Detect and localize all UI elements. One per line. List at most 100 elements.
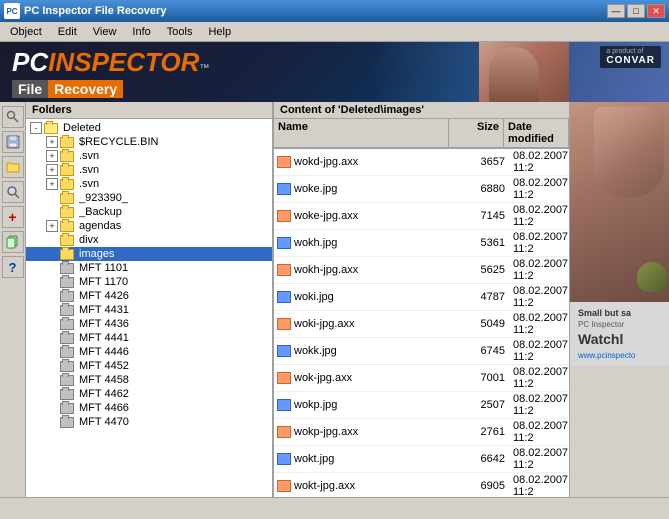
menu-item-edit[interactable]: Edit: [50, 24, 85, 40]
file-size: 5625: [454, 264, 509, 276]
file-date: 08.02.2007 11:2: [509, 366, 569, 390]
file-row[interactable]: wokt-jpg.axx690508.02.2007 11:2: [274, 473, 569, 497]
file-name: wokh-jpg.axx: [294, 264, 454, 276]
tree-item[interactable]: MFT 4462: [26, 387, 272, 401]
tree-item[interactable]: +.svn: [26, 177, 272, 191]
tree-item[interactable]: MFT 4470: [26, 415, 272, 429]
tool-copy[interactable]: [2, 231, 24, 253]
tree-item[interactable]: MFT 4426: [26, 289, 272, 303]
tree-expand-btn[interactable]: +: [46, 164, 58, 176]
tree-expand-btn[interactable]: +: [46, 220, 58, 232]
menu-item-info[interactable]: Info: [124, 24, 158, 40]
tree-item[interactable]: +$RECYCLE.BIN: [26, 135, 272, 149]
menu-item-object[interactable]: Object: [2, 24, 50, 40]
tool-save[interactable]: [2, 131, 24, 153]
tree-item[interactable]: +.svn: [26, 149, 272, 163]
tree-expand-btn[interactable]: -: [30, 122, 42, 134]
file-row[interactable]: wokt.jpg664208.02.2007 11:2: [274, 446, 569, 473]
file-row[interactable]: wokh.jpg536108.02.2007 11:2: [274, 230, 569, 257]
file-row[interactable]: wokp.jpg250708.02.2007 11:2: [274, 392, 569, 419]
tree-item[interactable]: _923390_: [26, 191, 272, 205]
file-name: woki-jpg.axx: [294, 318, 454, 330]
file-panel: Content of 'Deleted\images' Name Size Da…: [274, 102, 569, 497]
folder-icon: [44, 123, 58, 134]
folder-icon: [60, 137, 74, 148]
menu-bar: ObjectEditViewInfoToolsHelp: [0, 22, 669, 42]
col-header-date[interactable]: Date modified: [504, 119, 569, 147]
tree-item[interactable]: _Backup: [26, 205, 272, 219]
file-row[interactable]: wok-jpg.axx700108.02.2007 11:2: [274, 365, 569, 392]
tree-item[interactable]: MFT 4446: [26, 345, 272, 359]
file-size: 2761: [454, 426, 509, 438]
tree-item[interactable]: MFT 4441: [26, 331, 272, 345]
col-header-name[interactable]: Name: [274, 119, 449, 147]
tree-item[interactable]: MFT 1170: [26, 275, 272, 289]
tree-item[interactable]: -Deleted: [26, 121, 272, 135]
tree-item[interactable]: MFT 4431: [26, 303, 272, 317]
file-date: 08.02.2007 11:2: [509, 258, 569, 282]
tool-add[interactable]: +: [2, 206, 24, 228]
tree-item-label: MFT 1170: [79, 276, 128, 288]
close-button[interactable]: ✕: [647, 4, 665, 18]
menu-item-help[interactable]: Help: [200, 24, 239, 40]
menu-item-view[interactable]: View: [85, 24, 125, 40]
file-row[interactable]: woki.jpg478708.02.2007 11:2: [274, 284, 569, 311]
window-controls: — □ ✕: [607, 4, 665, 18]
folder-icon: [60, 207, 74, 218]
tree-expand-btn[interactable]: +: [46, 136, 58, 148]
file-size: 7145: [454, 210, 509, 222]
file-date: 08.02.2007 11:2: [509, 474, 569, 497]
tree-item[interactable]: images: [26, 247, 272, 261]
file-row[interactable]: woke.jpg688008.02.2007 11:2: [274, 176, 569, 203]
file-name: wokt.jpg: [294, 453, 454, 465]
file-name: wokp.jpg: [294, 399, 454, 411]
tree-item-label: MFT 4431: [79, 304, 129, 316]
file-icon: [277, 291, 291, 303]
tree-item[interactable]: MFT 4458: [26, 373, 272, 387]
tree-item[interactable]: +agendas: [26, 219, 272, 233]
folder-tree[interactable]: -Deleted+$RECYCLE.BIN+.svn+.svn+.svn_923…: [26, 119, 272, 497]
convar-brand: CONVAR: [606, 55, 655, 66]
file-name: woki.jpg: [294, 291, 454, 303]
file-row[interactable]: wokp-jpg.axx276108.02.2007 11:2: [274, 419, 569, 446]
tool-find[interactable]: [2, 181, 24, 203]
ad-brand: PC Inspector: [574, 320, 665, 329]
folder-icon: [60, 347, 74, 358]
maximize-button[interactable]: □: [627, 4, 645, 18]
file-size: 7001: [454, 372, 509, 384]
menu-item-tools[interactable]: Tools: [159, 24, 201, 40]
col-header-size[interactable]: Size: [449, 119, 504, 147]
folder-icon: [60, 333, 74, 344]
tree-expand-btn[interactable]: +: [46, 150, 58, 162]
file-row[interactable]: wokk.jpg674508.02.2007 11:2: [274, 338, 569, 365]
status-bar: [0, 497, 669, 519]
tree-item[interactable]: MFT 4452: [26, 359, 272, 373]
folder-icon: [60, 375, 74, 386]
file-icon: [277, 318, 291, 330]
tool-help[interactable]: ?: [2, 256, 24, 278]
tree-item[interactable]: MFT 4466: [26, 401, 272, 415]
tree-expand-btn[interactable]: +: [46, 178, 58, 190]
tool-search[interactable]: [2, 106, 24, 128]
tree-item[interactable]: divx: [26, 233, 272, 247]
file-row[interactable]: woki-jpg.axx504908.02.2007 11:2: [274, 311, 569, 338]
tree-item[interactable]: +.svn: [26, 163, 272, 177]
file-row[interactable]: wokd-jpg.axx365708.02.2007 11:2: [274, 149, 569, 176]
tool-folder[interactable]: [2, 156, 24, 178]
tree-item-label: MFT 4470: [79, 416, 129, 428]
toolbar: + ?: [0, 102, 26, 497]
folder-icon: [60, 361, 74, 372]
minimize-button[interactable]: —: [607, 4, 625, 18]
file-row[interactable]: wokh-jpg.axx562508.02.2007 11:2: [274, 257, 569, 284]
file-list[interactable]: wokd-jpg.axx365708.02.2007 11:2woke.jpg6…: [274, 149, 569, 497]
trademark: ™: [199, 63, 209, 74]
file-date: 08.02.2007 11:2: [509, 177, 569, 201]
app-logo: PC INSPECTOR ™ File Recovery: [0, 42, 221, 102]
tree-item-label: MFT 4426: [79, 290, 129, 302]
tree-item[interactable]: MFT 4436: [26, 317, 272, 331]
tree-item[interactable]: MFT 1101: [26, 261, 272, 275]
tree-item-label: divx: [79, 234, 99, 246]
file-date: 08.02.2007 11:2: [509, 447, 569, 471]
file-size: 6880: [454, 183, 509, 195]
file-row[interactable]: woke-jpg.axx714508.02.2007 11:2: [274, 203, 569, 230]
